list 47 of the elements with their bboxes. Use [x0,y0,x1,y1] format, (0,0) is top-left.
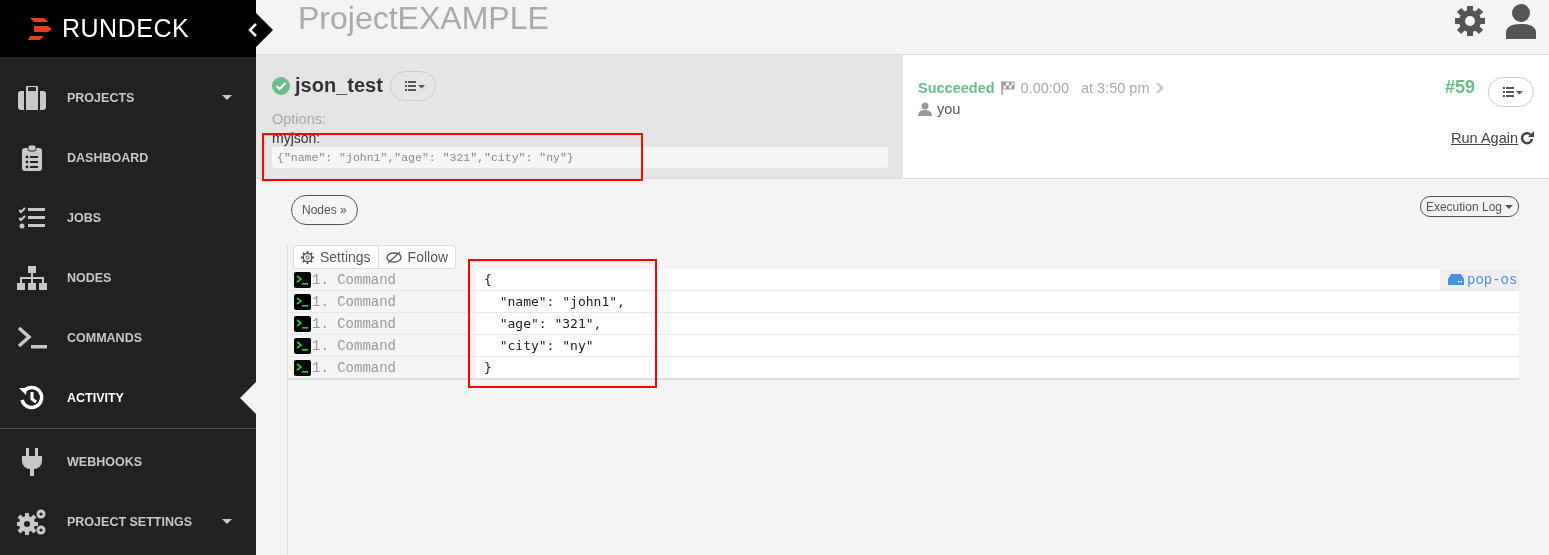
briefcase-icon [17,86,46,110]
server-icon [1448,274,1464,285]
flag-icon [1000,80,1015,95]
user-icon[interactable] [1506,2,1536,39]
brand-name: RUNDECK [62,14,190,43]
nav-item[interactable]: PROJECT SETTINGS [0,492,256,552]
gears-icon [16,508,47,536]
terminal-icon [294,359,311,376]
start-time: at 3:50 pm [1080,79,1150,96]
clipboard-icon [21,145,42,171]
nav-item[interactable]: PROJECTS [0,68,256,128]
follow-button[interactable]: Follow [377,246,456,268]
run-again-link[interactable]: Run Again [1451,129,1534,146]
nav-item[interactable]: COMMANDS [0,308,256,368]
plug-icon [21,448,42,476]
view-dropdown[interactable]: Execution Log [1419,196,1519,217]
options-label: Options: [272,110,327,127]
nav-item[interactable]: ACTIVITY [0,368,256,428]
success-icon [272,76,290,95]
user-name: you [937,100,961,117]
status-label: Succeeded [918,79,995,96]
nav-item[interactable]: JOBS [0,188,256,248]
sitemap-icon [16,266,47,290]
nav-item[interactable]: NODES [0,248,256,308]
job-name: json_test [295,74,383,98]
refresh-icon [1520,130,1534,145]
settings-button[interactable]: Settings [294,246,378,268]
eye-slash-icon [385,250,402,264]
user-icon [918,101,932,116]
settings-icon[interactable] [1454,4,1486,37]
nav-item[interactable]: DASHBOARD [0,128,256,188]
terminal-icon [16,326,47,350]
settings-icon [301,250,314,264]
terminal-icon [294,271,311,288]
terminal-icon [294,293,311,310]
terminal-icon [294,315,311,332]
option-value: {"name": "john1","age": "321","city": "ny"} [272,146,888,168]
caret-icon [1505,204,1513,209]
selection-pointer [240,382,256,414]
option-name: myjson: [272,129,322,146]
tasks-icon [18,207,45,229]
logo-icon [28,17,52,40]
nav-item[interactable]: WEBHOOKS [0,432,256,492]
duration: 0.00:00 [1020,79,1069,96]
project-title: ProjectEXAMPLE [298,0,550,38]
terminal-icon [294,337,311,354]
history-icon [18,385,45,411]
